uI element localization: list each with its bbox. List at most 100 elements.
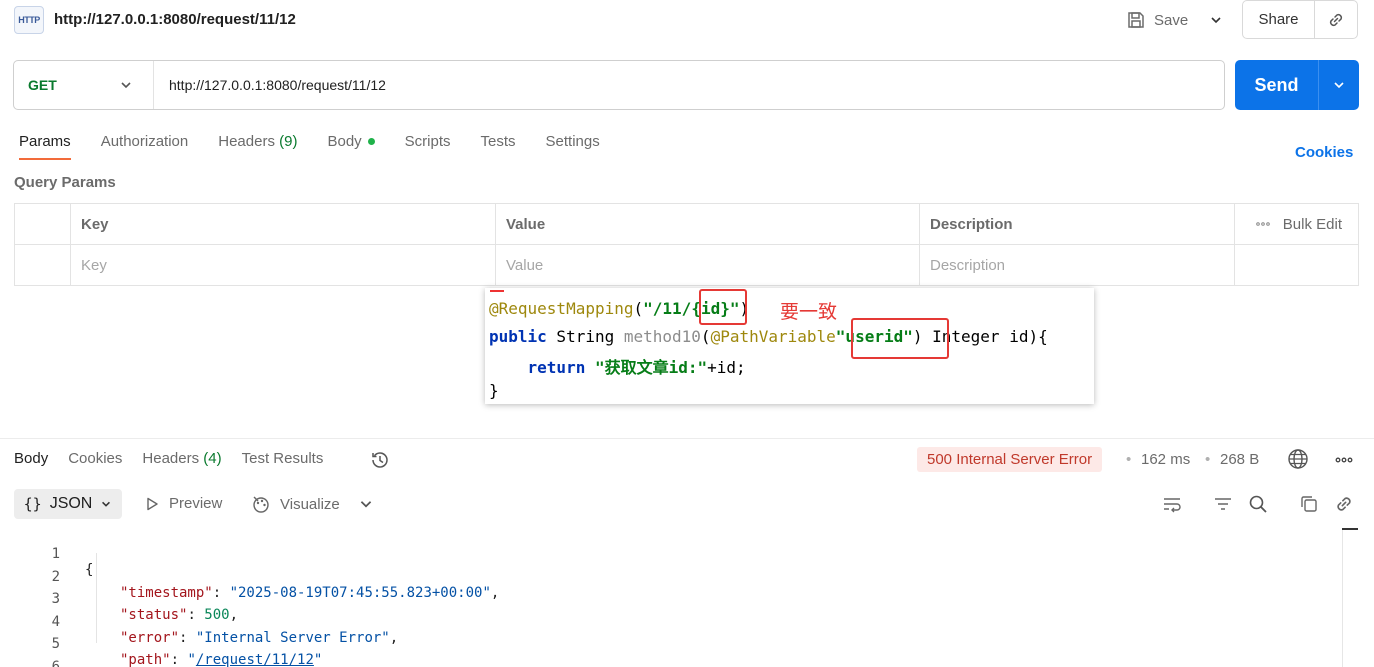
line-number: 6 [51,659,60,667]
code-string: "获取文章id:" [594,358,708,377]
more-icon[interactable] [1333,450,1355,470]
chevron-down-icon [360,501,372,508]
params-checkbox-col [15,204,71,244]
copy-button[interactable] [1298,493,1320,515]
share-button[interactable]: Share [1243,1,1315,38]
copy-icon [1301,496,1317,512]
code-keyword: public [489,327,547,346]
code-line: 5 "path": "/request/11/12" [0,620,323,667]
params-header-row: Key Value Description Bulk Edit [15,204,1358,245]
braces-icon: {} [23,495,42,513]
search-button[interactable] [1247,493,1269,515]
copy-link-button[interactable] [1315,1,1357,38]
code-type: String [546,327,624,346]
filter-button[interactable] [1212,493,1234,515]
code-line: 1 { [0,530,94,578]
format-label: JSON [49,495,93,512]
param-key-input[interactable]: Key [71,245,496,286]
preview-button[interactable]: Preview [144,495,222,512]
response-tab-cookies[interactable]: Cookies [68,450,122,467]
json-value: "2025-08-19T07:45:55.823+00:00" [229,585,491,601]
code-paren: ( [633,299,644,318]
json-value-link[interactable]: /request/11/12 [196,652,314,667]
response-tab-headers-label: Headers [142,450,200,467]
visualize-button[interactable]: Visualize [251,494,340,514]
save-icon [1128,12,1144,28]
param-description-input[interactable]: Description [920,245,1235,286]
code-line: 2 "timestamp": "2025-08-19T07:45:55.823+… [0,553,500,601]
tab-headers-label: Headers [218,133,275,150]
response-tab-body[interactable]: Body [14,450,48,467]
visualize-options-button[interactable] [358,496,376,514]
tab-body-label: Body [327,133,362,150]
copy-link-button[interactable] [1333,493,1355,515]
chevron-down-icon [1211,17,1221,24]
save-button[interactable]: Save [1126,6,1188,34]
highlight-box-userid [851,318,949,359]
response-tab-headers[interactable]: Headers (4) [142,450,221,467]
separator-dot: • [1126,451,1132,468]
response-size[interactable]: 268 B [1220,451,1259,468]
cookies-link[interactable]: Cookies [1295,144,1353,161]
code-line: 6 } [0,643,60,667]
response-headers-count: (4) [203,450,222,467]
response-time[interactable]: 162 ms [1141,451,1190,468]
json-value-quote: " [313,652,323,667]
tab-settings[interactable]: Settings [546,133,600,160]
json-value-quote: " [187,652,196,667]
tab-params[interactable]: Params [19,133,71,160]
scrollbar-thumb[interactable] [1342,528,1358,530]
response-tabs: Body Cookies Headers (4) Test Results [14,450,343,467]
separator-dot: • [1205,451,1211,468]
code-line: 4 "error": "Internal Server Error", [0,598,399,646]
http-icon: HTTP [14,6,44,34]
save-label: Save [1154,11,1189,29]
wrap-lines-button[interactable] [1161,493,1183,515]
params-col-key: Key [71,204,496,244]
link-icon [1329,13,1343,26]
visualize-icon [253,496,269,513]
code-line-2: public String method10(@PathVariable"use… [489,327,1048,346]
scrollbar-track[interactable] [1342,530,1343,667]
code-line: 3 "status": 500, [0,575,238,623]
params-row: Key Value Description [15,245,1358,286]
tab-headers[interactable]: Headers (9) [218,133,297,160]
method-select[interactable]: GET [14,61,154,109]
tab-body[interactable]: Body [327,133,375,160]
param-value-input[interactable]: Value [496,245,920,286]
play-icon [147,497,158,510]
history-icon[interactable] [369,449,391,471]
body-indicator-dot [367,137,375,145]
wrap-icon [1164,498,1181,513]
code-annotation: @RequestMapping [489,299,634,318]
highlight-box-id [699,289,747,325]
bulk-edit-button[interactable]: Bulk Edit [1235,204,1358,244]
chevron-down-icon [1334,82,1344,89]
globe-icon[interactable] [1287,448,1309,470]
send-button[interactable]: Send [1235,60,1319,110]
request-tabs: Params Authorization Headers (9) Body Sc… [19,133,630,160]
json-value: "Internal Server Error" [195,630,390,646]
response-divider [0,438,1374,439]
tab-authorization[interactable]: Authorization [101,133,189,160]
tab-scripts[interactable]: Scripts [405,133,451,160]
response-tab-test-results[interactable]: Test Results [242,450,324,467]
share-group: Share [1242,0,1358,39]
code-paren: ( [700,327,711,346]
method-label: GET [28,77,57,93]
response-body-editor[interactable]: 1 { 2 "timestamp": "2025-08-19T07:45:55.… [0,530,1330,667]
send-options-button[interactable] [1319,60,1359,110]
json-key: "timestamp" [120,585,213,601]
tab-tests[interactable]: Tests [481,133,516,160]
status-badge[interactable]: 500 Internal Server Error [917,447,1103,472]
bulk-edit-label: Bulk Edit [1282,215,1342,233]
json-value: 500 [204,607,230,623]
params-row-actions [1235,245,1358,286]
save-options-button[interactable] [1204,8,1228,32]
json-brace: { [85,562,94,578]
annotation-note: 要一致 [780,301,838,323]
url-input[interactable]: http://127.0.0.1:8080/request/11/12 [154,77,1224,93]
format-select[interactable]: {} JSON [14,489,122,519]
request-title[interactable]: http://127.0.0.1:8080/request/11/12 [54,11,296,28]
code-string: "/11/ [643,299,692,318]
